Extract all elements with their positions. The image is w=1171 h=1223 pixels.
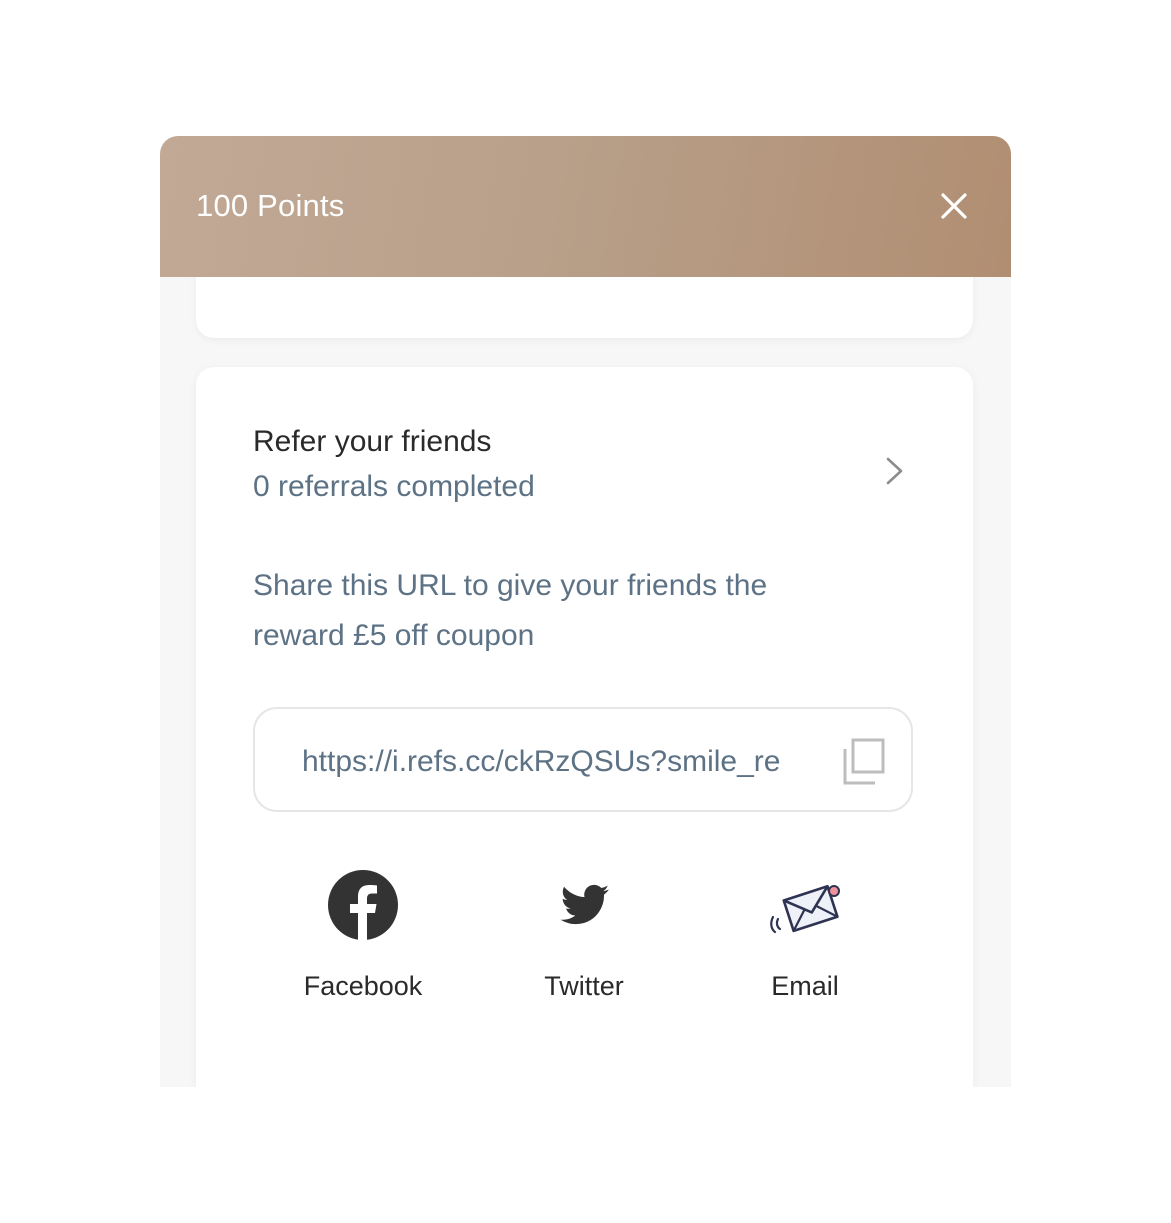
email-envelope-icon (770, 884, 840, 934)
share-facebook-button[interactable]: Facebook (273, 869, 453, 1009)
referrals-completed-count: 0 referrals completed (253, 470, 535, 503)
facebook-label: Facebook (303, 971, 423, 1001)
email-label: Email (771, 971, 839, 1001)
copy-url-button[interactable] (841, 737, 887, 787)
copy-icon (843, 738, 885, 785)
referral-card: Refer your friends 0 referrals completed… (196, 367, 973, 1087)
twitter-icon (560, 884, 609, 925)
share-email-button[interactable]: Email (715, 869, 895, 1009)
share-description: Share this URL to give your friends the … (253, 569, 768, 652)
referral-url-input[interactable] (302, 742, 812, 782)
refer-friends-row[interactable]: Refer your friends 0 referrals completed (253, 423, 913, 513)
close-button[interactable] (936, 188, 972, 224)
refer-friends-title: Refer your friends (253, 425, 492, 458)
panel-header: 100 Points (160, 136, 1011, 277)
facebook-icon (328, 870, 398, 940)
points-title: 100 Points (196, 188, 345, 223)
chevron-right-icon (886, 457, 903, 485)
close-icon (941, 193, 967, 219)
share-twitter-button[interactable]: Twitter (494, 869, 674, 1009)
rewards-panel: 100 Points Refer your friends 0 referral… (160, 136, 1011, 1087)
twitter-label: Twitter (544, 971, 624, 1001)
referral-url-field (253, 707, 913, 812)
